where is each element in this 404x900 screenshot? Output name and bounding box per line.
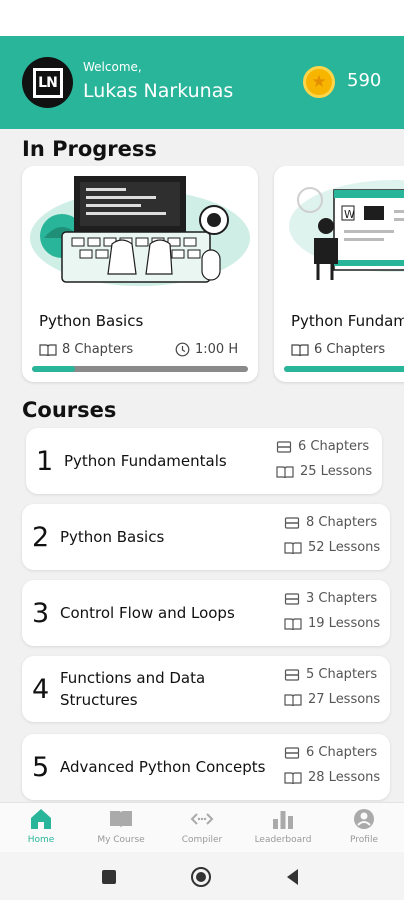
back-icon[interactable] [282, 866, 304, 888]
book-icon [284, 617, 302, 630]
system-nav-bar [0, 852, 404, 900]
nav-label: My Course [97, 835, 145, 845]
recents-icon[interactable] [98, 866, 120, 888]
course-item-5[interactable]: 5 Advanced Python Concepts 6 Chapters 28… [22, 734, 390, 800]
svg-text:W: W [344, 208, 355, 221]
course-lessons: 52 Lessons [284, 540, 380, 555]
course-chapters: 3 Chapters [284, 591, 377, 606]
progress-card-chapters: 8 Chapters [39, 342, 133, 357]
nav-compiler[interactable]: Compiler [162, 805, 242, 853]
chapters-count: 8 Chapters [62, 342, 134, 357]
in-progress-title: In Progress [22, 137, 157, 161]
progress-bar [32, 366, 248, 372]
course-name: Advanced Python Concepts [60, 758, 266, 776]
bar-chart-icon [273, 811, 293, 829]
course-name: Python Basics [60, 528, 165, 546]
course-number: 1 [36, 445, 54, 477]
nav-leaderboard[interactable]: Leaderboard [243, 805, 323, 853]
course-number: 2 [32, 521, 50, 553]
course-chapters: 6 Chapters [276, 439, 369, 454]
nav-profile[interactable]: Profile [324, 805, 404, 853]
course-number: 5 [32, 751, 50, 783]
avatar-initials: LN [32, 67, 63, 98]
username: Lukas Narkunas [83, 80, 234, 102]
book-icon [284, 541, 302, 554]
book-icon [291, 343, 309, 356]
course-item-3[interactable]: 3 Control Flow and Loops 3 Chapters 19 L… [22, 580, 390, 646]
courses-title: Courses [22, 398, 117, 422]
course-number: 4 [32, 673, 50, 705]
home-button-icon[interactable] [190, 866, 212, 888]
progress-bar-fill [284, 366, 404, 372]
chapters-text: 6 Chapters [298, 439, 370, 454]
points-count: 590 [347, 70, 382, 91]
status-bar [0, 0, 404, 36]
welcome-text: Welcome, [83, 60, 142, 74]
course-chapters: 5 Chapters [284, 667, 377, 682]
lessons-text: 27 Lessons [308, 692, 381, 707]
progress-card-title: Python Basics [39, 312, 144, 330]
avatar[interactable]: LN [22, 57, 73, 108]
progress-card-chapters: 6 Chapters [291, 342, 385, 357]
laptop-illustration [30, 176, 250, 286]
progress-card-duration: 1:00 H [175, 342, 238, 357]
book-icon [276, 465, 294, 478]
book-icon [39, 343, 57, 356]
in-progress-carousel[interactable]: Python Basics 8 Chapters 1:00 H W Python… [0, 166, 404, 386]
course-lessons: 25 Lessons [276, 464, 372, 479]
course-name: Python Fundamentals [64, 452, 227, 470]
home-icon [31, 809, 51, 829]
stack-icon [284, 592, 300, 605]
app-header: LN Welcome, Lukas Narkunas ★ 590 [0, 36, 404, 129]
course-lessons: 28 Lessons [284, 770, 380, 785]
chapters-text: 5 Chapters [306, 667, 378, 682]
book-icon [110, 811, 132, 828]
progress-card-title: Python Fundamentals [291, 312, 404, 330]
code-icon [190, 813, 214, 825]
chapters-text: 3 Chapters [306, 591, 378, 606]
course-lessons: 27 Lessons [284, 692, 380, 707]
course-name: Functions and Data Structures [60, 669, 206, 709]
developer-illustration: W [289, 180, 404, 280]
book-icon [284, 693, 302, 706]
stack-icon [276, 440, 292, 453]
chapters-text: 6 Chapters [306, 745, 378, 760]
star-coin-icon: ★ [303, 66, 335, 98]
lessons-text: 19 Lessons [308, 616, 381, 631]
duration-text: 1:00 H [195, 342, 239, 357]
stack-icon [284, 668, 300, 681]
chapters-text: 8 Chapters [306, 515, 378, 530]
bottom-nav: Home My Course Compiler Leaderboard Prof… [0, 802, 404, 852]
nav-label: Leaderboard [254, 835, 312, 845]
course-name: Control Flow and Loops [60, 604, 235, 622]
nav-home[interactable]: Home [1, 805, 81, 853]
course-chapters: 8 Chapters [284, 515, 377, 530]
profile-icon [354, 809, 374, 829]
course-item-2[interactable]: 2 Python Basics 8 Chapters 52 Lessons [22, 504, 390, 570]
course-lessons: 19 Lessons [284, 616, 380, 631]
lessons-text: 25 Lessons [300, 464, 373, 479]
progress-bar-fill [32, 366, 76, 372]
nav-label: Home [27, 835, 55, 845]
course-item-4[interactable]: 4 Functions and Data Structures 5 Chapte… [22, 656, 390, 722]
lessons-text: 52 Lessons [308, 540, 381, 555]
course-chapters: 6 Chapters [284, 745, 377, 760]
lessons-text: 28 Lessons [308, 770, 381, 785]
nav-label: Profile [350, 835, 378, 845]
stack-icon [284, 516, 300, 529]
progress-card-python-fundamentals[interactable]: W Python Fundamentals 6 Chapters [274, 166, 404, 382]
book-icon [284, 771, 302, 784]
course-item-1[interactable]: 1 Python Fundamentals 6 Chapters 25 Less… [26, 428, 382, 494]
stack-icon [284, 746, 300, 759]
nav-label: Compiler [181, 835, 223, 845]
progress-card-python-basics[interactable]: Python Basics 8 Chapters 1:00 H [22, 166, 258, 382]
nav-my-course[interactable]: My Course [81, 805, 161, 853]
clock-icon [175, 342, 190, 357]
progress-bar [284, 366, 404, 372]
course-number: 3 [32, 597, 50, 629]
chapters-count: 6 Chapters [314, 342, 386, 357]
